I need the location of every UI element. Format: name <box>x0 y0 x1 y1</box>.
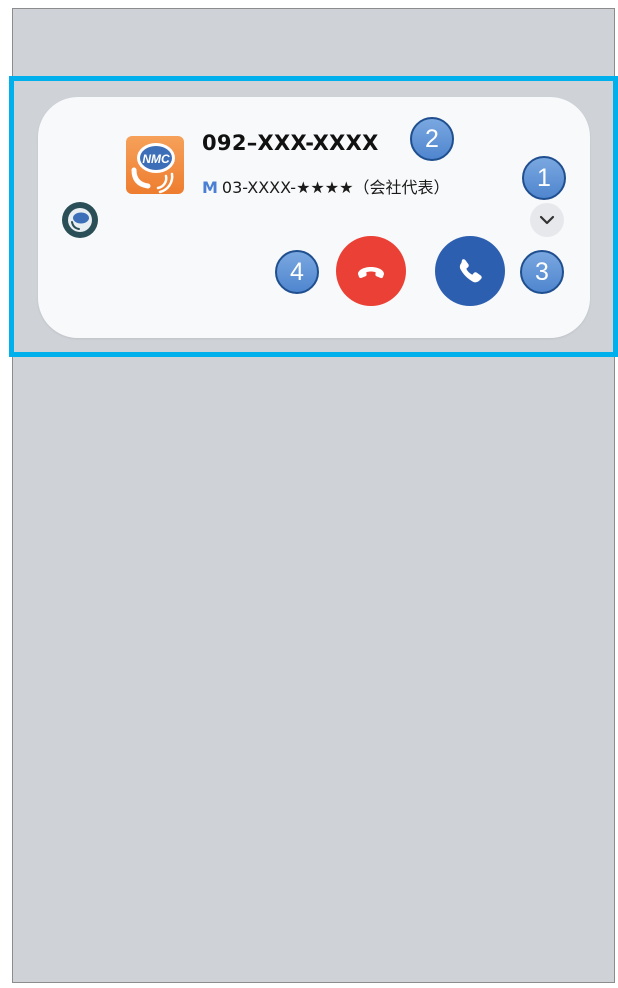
callout-3: 3 <box>520 250 564 294</box>
callout-2: 2 <box>410 117 454 161</box>
callout-1: 1 <box>522 156 566 200</box>
callout-4: 4 <box>275 250 319 294</box>
highlight-frame <box>9 76 618 357</box>
